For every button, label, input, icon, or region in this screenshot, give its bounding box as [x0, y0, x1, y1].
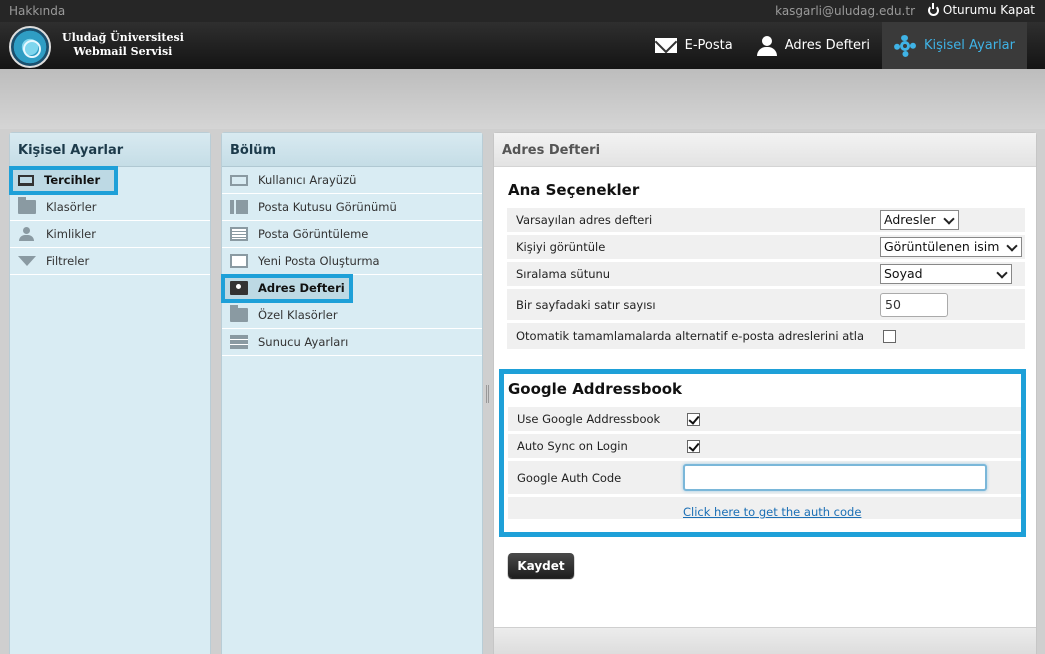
section-item-label: Posta Görüntüleme [258, 227, 369, 241]
section-item-label: Özel Klasörler [258, 308, 338, 322]
settings-item-label: Tercihler [44, 173, 101, 187]
address-book-icon [230, 281, 248, 295]
nav-settings-label: Kişisel Ayarlar [924, 38, 1015, 53]
section-item-special-folders[interactable]: Özel Klasörler [222, 302, 482, 329]
settings-item-label: Kimlikler [46, 227, 96, 241]
settings-item-label: Klasörler [46, 200, 97, 214]
brand: Uludağ Üniversitesi Webmail Servisi [62, 31, 184, 59]
row-auth-code: Google Auth Code [508, 461, 1021, 497]
settings-item-identities[interactable]: Kimlikler [10, 221, 210, 248]
section-item-label: Kullanıcı Arayüzü [258, 173, 357, 187]
section-item-server[interactable]: Sunucu Ayarları [222, 329, 482, 356]
row-default-book: Varsayılan adres defteri Adresler [507, 208, 1025, 235]
row-show-contact: Kişiyi görüntüle Görüntülenen isim [507, 235, 1025, 262]
row-skip-alt: Otomatik tamamlamalarda alternatif e-pos… [507, 323, 1025, 352]
nav-addressbook-label: Adres Defteri [784, 38, 871, 53]
skip-alt-checkbox[interactable] [883, 329, 896, 343]
auto-sync-label: Auto Sync on Login [517, 439, 628, 453]
brand-line1: Uludağ Üniversitesi [62, 31, 184, 44]
use-google-label: Use Google Addressbook [517, 412, 661, 426]
nav-mail-label: E-Posta [684, 38, 733, 53]
new-mail-icon [230, 254, 248, 268]
rows-per-page-input[interactable]: 50 [880, 292, 948, 317]
brand-line2: Webmail Servisi [73, 45, 173, 58]
section-item-label: Adres Defteri [258, 281, 345, 295]
nav-addressbook[interactable]: Adres Defteri [745, 22, 882, 69]
section-panel: Bölüm Kullanıcı Arayüzü Posta Kutusu Gör… [221, 132, 483, 654]
auth-code-label: Google Auth Code [517, 470, 622, 485]
user-email: kasgarli@uludag.edu.tr [775, 4, 915, 18]
row-sort-column: Sıralama sütunu Soyad [507, 262, 1025, 289]
show-contact-select[interactable]: Görüntülenen isim [880, 237, 1023, 257]
main-options-rows: Varsayılan adres defteri Adresler Kişiyi… [507, 208, 1025, 352]
nav-mail[interactable]: E-Posta [643, 22, 745, 69]
filter-icon [18, 256, 36, 266]
skip-alt-label: Otomatik tamamlamalarda alternatif e-pos… [516, 329, 865, 343]
folder-icon [230, 305, 248, 322]
settings-item-filters[interactable]: Filtreler [10, 248, 210, 275]
header-band [0, 69, 1045, 129]
row-use-google: Use Google Addressbook [508, 407, 1021, 434]
row-rows-per-page: Bir sayfadaki satır sayısı 50 [507, 289, 1025, 323]
settings-item-preferences[interactable]: Tercihler [9, 166, 118, 195]
university-logo [9, 26, 51, 68]
person-icon [18, 227, 36, 241]
sort-column-select[interactable]: Soyad [880, 264, 1012, 284]
laptop-icon [18, 174, 34, 186]
row-auto-sync: Auto Sync on Login [508, 434, 1021, 461]
logout-label: Oturumu Kapat [942, 3, 1035, 17]
preferences-title: Adres Defteri [494, 133, 1036, 167]
user-icon [756, 35, 777, 56]
default-book-label: Varsayılan adres defteri [516, 213, 653, 227]
preferences-footer [494, 627, 1036, 654]
rows-per-page-label: Bir sayfadaki satır sayısı [516, 297, 656, 312]
use-google-checkbox[interactable] [687, 412, 700, 426]
top-strip: Hakkında kasgarli@uludag.edu.tr Oturumu … [0, 0, 1045, 22]
section-item-ui[interactable]: Kullanıcı Arayüzü [222, 167, 482, 194]
main-nav: E-Posta Adres Defteri Kişisel Ayarlar [643, 22, 1027, 69]
section-panel-title: Bölüm [222, 133, 482, 167]
settings-item-label: Filtreler [46, 254, 90, 268]
server-icon [230, 335, 248, 349]
section-item-mailbox-view[interactable]: Posta Kutusu Görünümü [222, 194, 482, 221]
section-item-message-display[interactable]: Posta Görüntüleme [222, 221, 482, 248]
monitor-icon [230, 174, 248, 186]
show-contact-label: Kişiyi görüntüle [516, 240, 606, 254]
gear-icon [894, 34, 917, 57]
main-options-heading: Ana Seçenekler [508, 181, 640, 199]
envelope-icon [654, 38, 677, 53]
document-icon [230, 227, 248, 241]
panel-splitter[interactable] [486, 385, 489, 403]
header: Uludağ Üniversitesi Webmail Servisi E-Po… [0, 22, 1045, 69]
nav-settings[interactable]: Kişisel Ayarlar [882, 22, 1027, 69]
section-item-addressbook[interactable]: Adres Defteri [221, 274, 353, 303]
save-button[interactable]: Kaydet [508, 553, 574, 578]
section-item-label: Sunucu Ayarları [258, 335, 349, 349]
settings-panel: Kişisel Ayarlar Tercihler Klasörler Kiml… [9, 132, 211, 654]
auto-sync-checkbox[interactable] [687, 439, 700, 453]
settings-panel-title: Kişisel Ayarlar [10, 133, 210, 167]
auth-code-input[interactable] [683, 464, 987, 491]
google-heading: Google Addressbook [508, 380, 683, 398]
section-item-compose[interactable]: Yeni Posta Oluşturma [222, 248, 482, 275]
auth-code-link[interactable]: Click here to get the auth code [683, 505, 861, 519]
logout-button[interactable]: Oturumu Kapat [927, 2, 1035, 17]
settings-item-folders[interactable]: Klasörler [10, 194, 210, 221]
default-book-select[interactable]: Adresler [880, 210, 959, 230]
about-link[interactable]: Hakkında [9, 4, 65, 18]
power-icon [927, 2, 939, 16]
section-item-label: Yeni Posta Oluşturma [258, 254, 380, 268]
section-item-label: Posta Kutusu Görünümü [258, 200, 397, 214]
folder-icon [18, 197, 36, 214]
layout-icon [230, 200, 248, 214]
sort-column-label: Sıralama sütunu [516, 267, 611, 281]
